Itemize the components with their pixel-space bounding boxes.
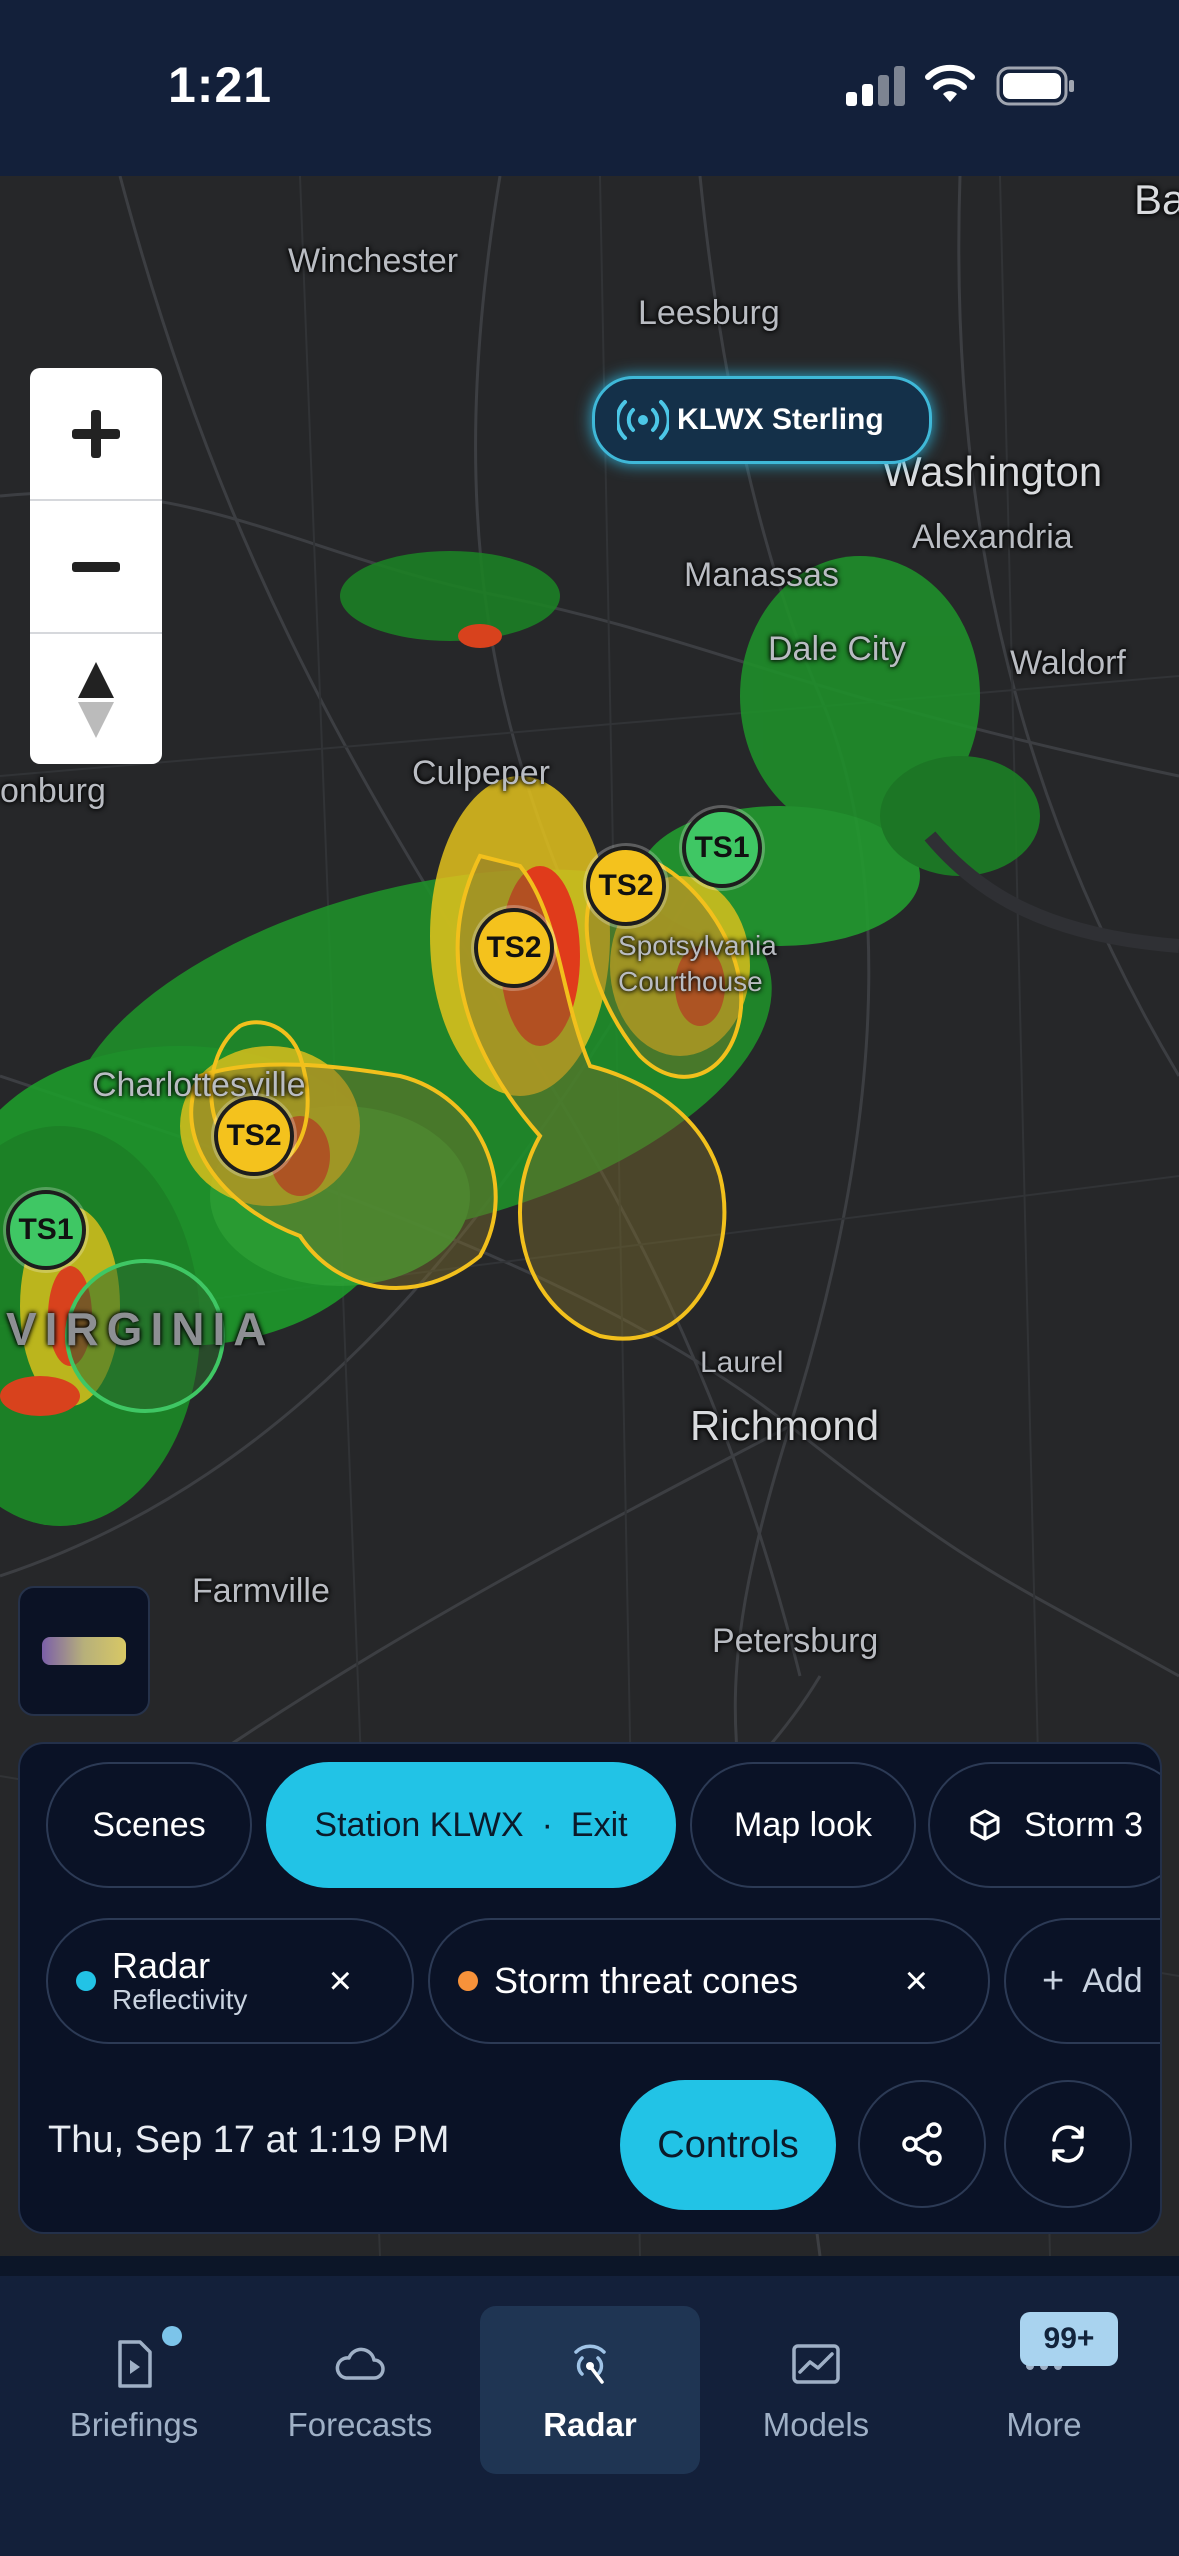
threat-layer-title: Storm threat cones	[494, 1960, 799, 2001]
map-label-ba: Ba	[1134, 176, 1179, 223]
radar-layer-dot	[76, 1971, 96, 1991]
remove-threat-layer-button[interactable]: ×	[905, 1959, 928, 2004]
add-plus-icon: +	[1042, 1959, 1065, 2002]
control-panel: Scenes Station KLWX · Exit Map look Stor…	[18, 1742, 1162, 2234]
map-label-courthouse: Courthouse	[618, 966, 763, 997]
map-label-farmville: Farmville	[192, 1572, 330, 1610]
tab-radar-label: Radar	[543, 2406, 637, 2443]
storm-marker-ts1[interactable]: TS1	[6, 1190, 86, 1270]
add-layer-button[interactable]: + Add	[1004, 1918, 1160, 2044]
controls-button[interactable]: Controls	[620, 2080, 836, 2210]
zoom-in-button[interactable]	[30, 368, 162, 499]
station-chip-exit: Exit	[570, 1805, 628, 1844]
map-label-culpeper: Culpeper	[412, 754, 550, 792]
radar-icon	[574, 2344, 606, 2384]
chart-icon	[792, 2344, 840, 2384]
compass-icon	[78, 661, 114, 738]
storm-marker-ts2[interactable]: TS2	[586, 846, 666, 926]
map-look-button[interactable]: Map look	[690, 1762, 916, 1888]
cloud-icon	[335, 2347, 385, 2380]
add-layer-label: Add	[1082, 1961, 1143, 2000]
more-notification-badge: 99+	[1020, 2312, 1118, 2366]
broadcast-icon	[617, 400, 669, 440]
threat-layer-dot	[458, 1971, 478, 1991]
storm-marker-ts2[interactable]: TS2	[474, 908, 554, 988]
radar-layer-subtitle: Reflectivity	[112, 1984, 248, 2016]
radar-layer-title: Radar	[112, 1944, 211, 1986]
share-icon	[902, 2122, 942, 2166]
color-scale-icon	[42, 1637, 126, 1665]
map-label-virginia: VIRGINIA	[6, 1303, 275, 1355]
map-label-richmond: Richmond	[690, 1402, 880, 1449]
compass-button[interactable]	[30, 632, 162, 764]
tab-forecasts[interactable]: Forecasts	[250, 2306, 470, 2474]
share-button[interactable]	[858, 2080, 986, 2208]
tab-models-label: Models	[762, 2406, 870, 2443]
refresh-button[interactable]	[1004, 2080, 1132, 2208]
storm-3d-label: Storm 3	[1024, 1805, 1144, 1844]
status-time: 1:21	[168, 57, 273, 113]
map-label-waldorf: Waldorf	[1010, 644, 1126, 682]
zoom-controls	[30, 368, 162, 764]
plus-icon	[72, 409, 120, 458]
tab-briefings[interactable]: Briefings	[24, 2306, 244, 2474]
status-bar: 1:21	[0, 0, 1179, 176]
map-label-onburg: onburg	[0, 772, 106, 810]
storm-marker-ts2[interactable]: TS2	[214, 1096, 294, 1176]
station-label: KLWX Sterling	[677, 403, 884, 436]
legend-button[interactable]	[18, 1586, 150, 1716]
map-label-manassas: Manassas	[684, 556, 839, 594]
tab-briefings-label: Briefings	[69, 2406, 199, 2443]
refresh-icon	[1052, 2125, 1084, 2163]
battery-icon	[996, 66, 1074, 106]
map-label-laurel: Laurel	[700, 1346, 784, 1379]
tab-forecasts-label: Forecasts	[287, 2406, 433, 2443]
minus-icon	[72, 561, 120, 572]
station-exit-button[interactable]: Station KLWX · Exit	[266, 1762, 676, 1888]
map-label-charlottesville: Charlottesville	[92, 1066, 306, 1104]
scenes-button[interactable]: Scenes	[46, 1762, 252, 1888]
station-chip-separator: ·	[541, 1805, 553, 1844]
briefings-icon	[118, 2340, 152, 2388]
map-label-petersburg: Petersburg	[712, 1622, 879, 1660]
tab-bar: Briefings Forecasts Radar Models More	[0, 2276, 1179, 2556]
layer-chip-radar[interactable]: Radar Reflectivity ×	[46, 1918, 414, 2044]
storm-3d-button[interactable]: Storm 3	[928, 1762, 1160, 1888]
cellular-signal-icon	[846, 66, 906, 106]
station-chip-label: Station KLWX	[314, 1805, 524, 1844]
cube-icon	[970, 1809, 1000, 1841]
tab-more-label: More	[1006, 2406, 1082, 2443]
map-label-leesburg: Leesburg	[638, 294, 780, 332]
storm-marker-ts1[interactable]: TS1	[682, 808, 762, 888]
radar-timestamp: Thu, Sep 17 at 1:19 PM	[48, 2119, 450, 2161]
map-label-alexandria: Alexandria	[912, 518, 1073, 556]
map-label-winchester: Winchester	[288, 242, 459, 280]
map-label-spotsylvania: Spotsylvania	[618, 930, 777, 961]
station-label-pill[interactable]: KLWX Sterling	[592, 376, 932, 464]
layer-chip-storm-threat-cones[interactable]: Storm threat cones ×	[428, 1918, 990, 2044]
map-label-dale-city: Dale City	[768, 630, 906, 668]
remove-radar-layer-button[interactable]: ×	[329, 1959, 352, 2004]
briefings-notification-dot	[162, 2326, 182, 2346]
wifi-icon	[925, 64, 975, 102]
tab-radar[interactable]: Radar	[480, 2306, 700, 2474]
tab-models[interactable]: Models	[706, 2306, 926, 2474]
zoom-out-button[interactable]	[30, 499, 162, 632]
